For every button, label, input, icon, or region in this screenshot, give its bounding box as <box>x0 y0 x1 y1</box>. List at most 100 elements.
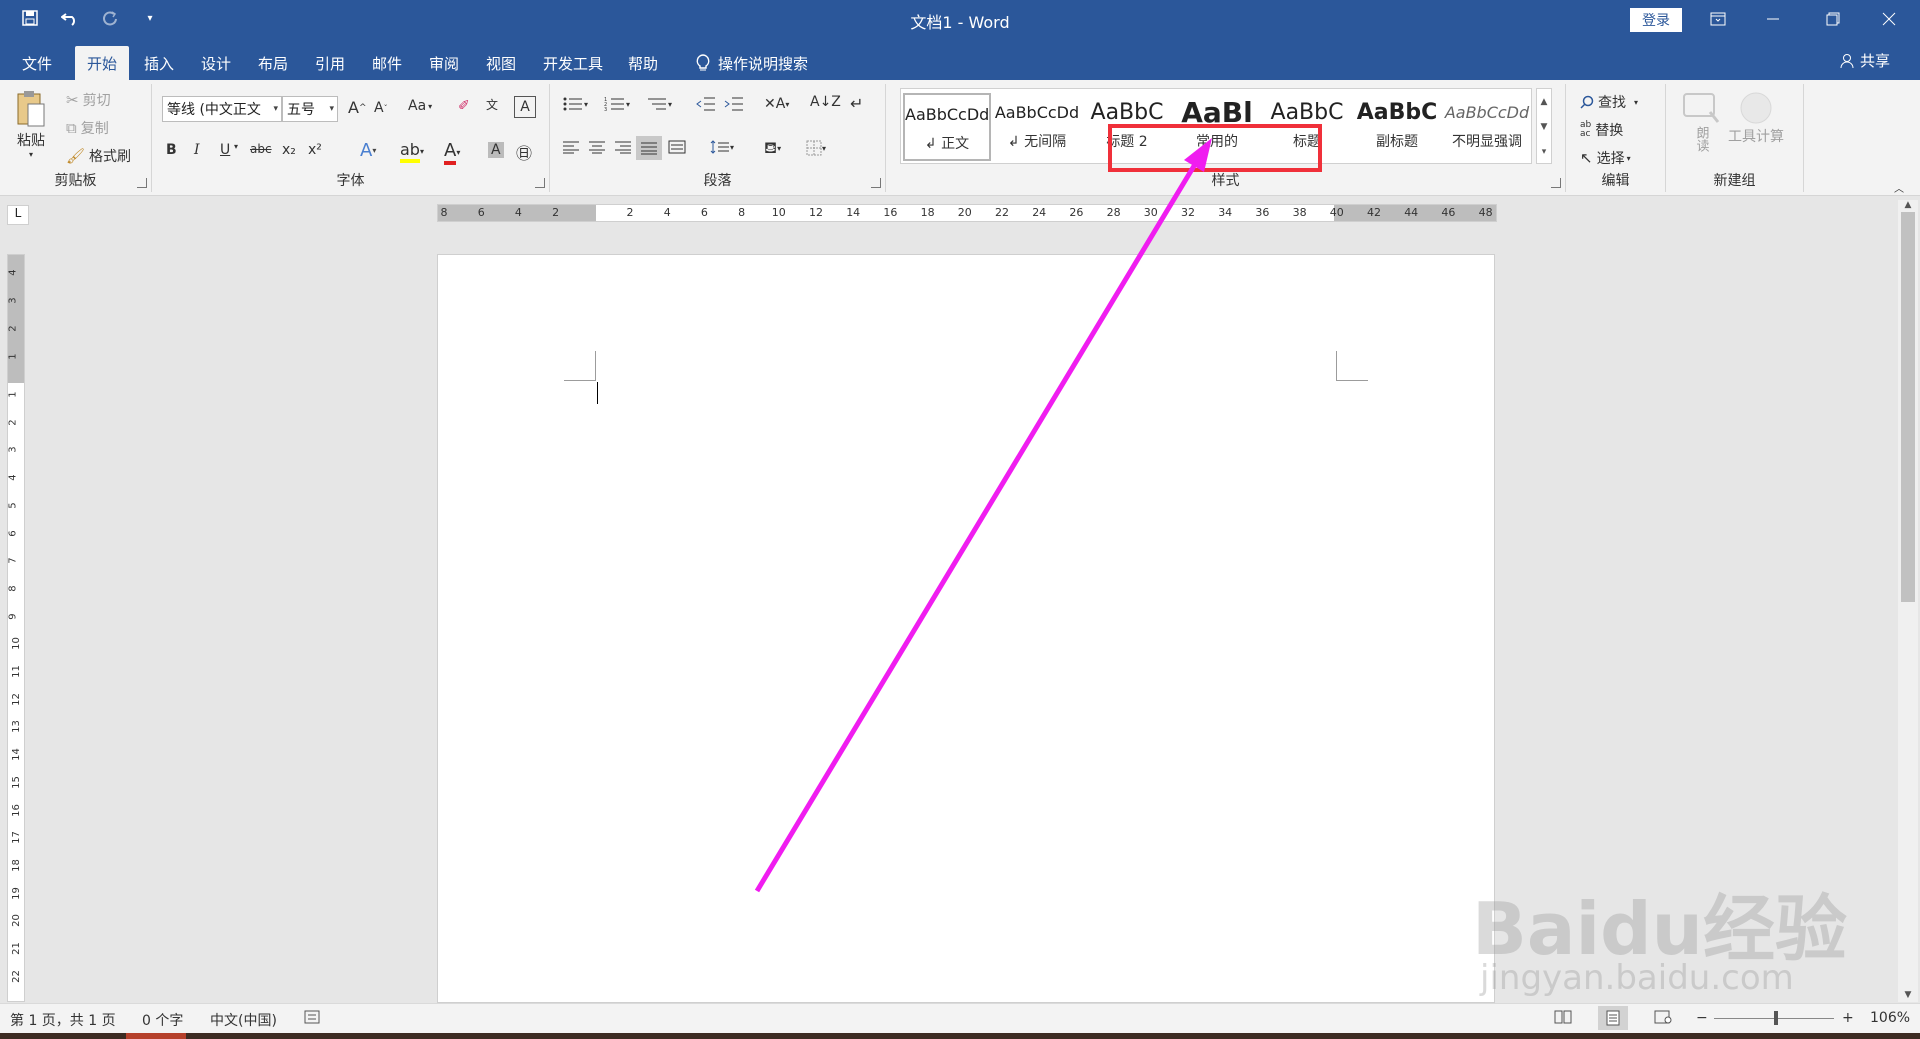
macro-record-icon[interactable] <box>304 1010 320 1028</box>
dialog-launcher-icon[interactable] <box>1551 178 1561 188</box>
tab-review[interactable]: 审阅 <box>417 46 471 80</box>
read-aloud-button[interactable]: 朗读 <box>1682 92 1720 152</box>
dialog-launcher-icon[interactable] <box>871 178 881 188</box>
web-layout-icon[interactable] <box>1654 1010 1672 1028</box>
scroll-down-icon[interactable]: ▼ <box>1898 990 1918 1002</box>
zoom-in-icon[interactable]: + <box>1842 1010 1854 1026</box>
font-size-select[interactable]: 五号 ▾ <box>282 96 338 122</box>
tab-design[interactable]: 设计 <box>189 46 243 80</box>
tab-insert[interactable]: 插入 <box>132 46 186 80</box>
font-name-select[interactable]: 等线 (中文正文 ▾ <box>162 96 282 122</box>
find-button[interactable]: 查找 ▾ <box>1580 92 1638 112</box>
close-icon[interactable] <box>1866 0 1912 38</box>
multilevel-list-icon[interactable]: ▾ <box>646 96 672 112</box>
ribbon-tabs: 文件 开始 插入 设计 布局 引用 邮件 审阅 视图 开发工具 帮助 操作说明搜… <box>0 38 1920 80</box>
chevron-down-icon[interactable]: ▾ <box>234 142 238 151</box>
zoom-level[interactable]: 106% <box>1870 1010 1910 1026</box>
strikethrough-button[interactable]: abc <box>250 142 272 156</box>
scrollbar-thumb[interactable] <box>1901 212 1915 602</box>
dialog-launcher-icon[interactable] <box>137 178 147 188</box>
tab-home[interactable]: 开始 <box>75 46 130 80</box>
ruler-tick-label: 6 <box>7 529 19 537</box>
subscript-button[interactable]: x₂ <box>282 142 296 158</box>
show-marks-icon[interactable]: ↵ <box>850 94 863 113</box>
title-bar: ▾ 文档1 - Word 登录 <box>0 0 1920 38</box>
decrease-indent-icon[interactable] <box>696 96 716 112</box>
copy-button[interactable]: ⧉ 复制 <box>66 118 109 138</box>
style-no-spacing[interactable]: AaBbCcDd ↲ 无间隔 <box>993 93 1081 161</box>
bold-button[interactable]: B <box>166 142 177 158</box>
scroll-up-icon[interactable]: ▲ <box>1898 200 1918 212</box>
line-spacing-icon[interactable]: ▾ <box>710 140 734 154</box>
tab-references[interactable]: 引用 <box>303 46 357 80</box>
align-right-icon[interactable] <box>614 140 632 154</box>
asian-layout-icon[interactable]: ✕A ▾ <box>764 96 789 112</box>
restore-icon[interactable] <box>1810 0 1856 38</box>
phonetic-guide-icon[interactable]: 文 <box>486 96 498 113</box>
page-count[interactable]: 第 1 页，共 1 页 <box>10 1010 116 1030</box>
shading-icon[interactable]: ⛾ ▾ <box>764 138 781 159</box>
sort-icon[interactable]: A↓Z <box>810 94 841 110</box>
style-normal[interactable]: AaBbCcDd ↲ 正文 <box>903 93 991 161</box>
more-styles-icon[interactable]: ▾ <box>1537 139 1551 164</box>
vertical-scrollbar[interactable]: ▲ ▼ <box>1898 200 1918 1002</box>
scroll-down-icon[interactable]: ▼ <box>1537 114 1551 139</box>
align-left-icon[interactable] <box>562 140 580 154</box>
shrink-font-icon[interactable]: Aˇ <box>374 100 388 116</box>
document-page[interactable] <box>437 254 1495 1003</box>
increase-indent-icon[interactable] <box>724 96 744 112</box>
login-button[interactable]: 登录 <box>1630 8 1682 32</box>
cut-button[interactable]: ✂ 剪切 <box>66 90 111 110</box>
minimize-icon[interactable] <box>1750 0 1796 38</box>
format-painter-button[interactable]: 🖌 格式刷 <box>66 146 131 166</box>
tab-view[interactable]: 视图 <box>474 46 528 80</box>
lightbulb-icon <box>696 54 710 72</box>
select-button[interactable]: ↖ 选择 ▾ <box>1580 148 1631 168</box>
read-mode-icon[interactable] <box>1554 1010 1572 1028</box>
language-indicator[interactable]: 中文(中国) <box>210 1010 277 1030</box>
replace-button[interactable]: ab ac 替换 <box>1580 120 1623 140</box>
italic-button[interactable]: I <box>194 142 200 158</box>
paste-button[interactable]: 粘贴 ▾ <box>14 90 48 159</box>
justify-icon[interactable] <box>636 136 662 160</box>
tab-developer[interactable]: 开发工具 <box>531 46 615 80</box>
tab-file[interactable]: 文件 <box>10 46 64 80</box>
change-case-button[interactable]: Aa ▾ <box>408 98 432 114</box>
ribbon-display-icon[interactable] <box>1695 0 1741 38</box>
tool-calc-button[interactable]: 工具计算 <box>1728 92 1784 146</box>
font-color-icon[interactable]: A ▾ <box>444 140 460 165</box>
distributed-icon[interactable] <box>668 140 686 154</box>
print-layout-icon[interactable] <box>1598 1006 1628 1030</box>
share-button[interactable]: 共享 <box>1840 50 1890 71</box>
zoom-out-icon[interactable]: − <box>1696 1010 1708 1026</box>
dialog-launcher-icon[interactable] <box>535 178 545 188</box>
zoom-slider-thumb[interactable] <box>1774 1011 1778 1025</box>
style-subtle-emphasis[interactable]: AaBbCcDd 不明显强调 <box>1443 93 1531 161</box>
numbering-icon[interactable]: 1 2 3 ▾ <box>604 96 630 112</box>
style-subtitle[interactable]: AaBbC 副标题 <box>1353 93 1441 161</box>
tab-layout[interactable]: 布局 <box>246 46 300 80</box>
borders-icon[interactable]: ▾ <box>806 140 826 156</box>
horizontal-ruler[interactable]: 8 6 4 2 2 4 6 8 10 12 14 16 18 20 22 24 26 28 30 32 34 36 38 40… <box>437 204 1497 222</box>
align-center-icon[interactable] <box>588 140 606 154</box>
vertical-ruler[interactable]: 4 3 2 1 1 2 3 4 5 6 7 8 9 10 11 12 13 14 15 16 17 18 19 20 21 22 <box>7 254 25 1002</box>
highlight-icon[interactable]: ab ▾ <box>400 140 424 163</box>
person-icon <box>1840 53 1854 69</box>
tab-mailings[interactable]: 邮件 <box>360 46 414 80</box>
collapse-ribbon-icon[interactable]: ︿ <box>1894 180 1904 195</box>
tab-selector[interactable]: L <box>7 205 29 225</box>
enclosed-char-icon[interactable]: ㊐ <box>516 140 532 164</box>
bullets-icon[interactable]: ▾ <box>562 96 588 112</box>
clear-format-icon[interactable]: ✐ <box>458 98 470 114</box>
grow-font-icon[interactable]: A ^ <box>348 98 367 117</box>
char-shading-icon[interactable]: A <box>488 142 504 158</box>
new-group-label: 新建组 <box>1713 173 1756 189</box>
underline-button[interactable]: U <box>220 142 230 158</box>
tab-help[interactable]: 帮助 <box>616 46 670 80</box>
scroll-up-icon[interactable]: ▲ <box>1537 89 1551 114</box>
word-count[interactable]: 0 个字 <box>142 1010 183 1030</box>
text-effects-icon[interactable]: A ▾ <box>360 140 376 161</box>
superscript-button[interactable]: x² <box>308 142 322 158</box>
char-border-icon[interactable]: A <box>514 96 536 118</box>
tell-me-search[interactable]: 操作说明搜索 <box>684 46 820 80</box>
